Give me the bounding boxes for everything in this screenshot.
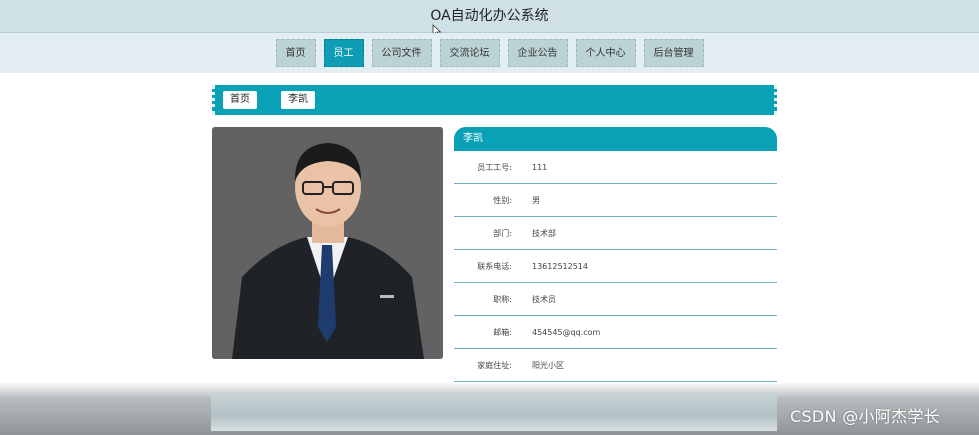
info-value: 男: [532, 195, 540, 205]
nav-item-home[interactable]: 首页: [275, 39, 316, 67]
info-value: 454545@qq.com: [532, 327, 601, 337]
info-label: 部门:: [493, 228, 512, 238]
info-label: 联系电话:: [477, 261, 512, 271]
nav-item-personal-center[interactable]: 个人中心: [575, 39, 636, 67]
info-value: 技术部: [532, 228, 556, 238]
info-label: 家庭住址:: [477, 360, 512, 370]
footer-panel: [211, 393, 777, 431]
info-row-address: 家庭住址: 阳光小区: [454, 349, 777, 382]
nav-item-forum[interactable]: 交流论坛: [439, 39, 500, 67]
info-row-employee-id: 员工工号: 111: [454, 151, 777, 184]
info-value: 阳光小区: [532, 360, 564, 370]
app-title: OA自动化办公系统: [430, 8, 549, 24]
employee-photo: [212, 127, 443, 359]
app-title-bar: OA自动化办公系统: [0, 0, 979, 33]
breadcrumb-home[interactable]: 首页: [223, 91, 257, 109]
info-label: 邮箱:: [493, 327, 512, 337]
breadcrumb-current[interactable]: 李凯: [281, 91, 315, 109]
breadcrumb: 首页 李凯: [212, 85, 777, 115]
nav-item-admin[interactable]: 后台管理: [643, 39, 704, 67]
employee-info-panel: 李凯 员工工号: 111 性别: 男 部门: 技术部 联系电话: 1361251…: [454, 127, 777, 382]
info-label: 职称:: [493, 294, 512, 304]
info-label: 性别:: [493, 195, 512, 205]
nav-item-company-files[interactable]: 公司文件: [371, 39, 432, 67]
nav-item-announcements[interactable]: 企业公告: [507, 39, 568, 67]
nav-item-employees[interactable]: 员工: [323, 39, 364, 67]
info-label: 员工工号:: [477, 162, 512, 172]
main-nav: 首页 员工 公司文件 交流论坛 企业公告 个人中心 后台管理: [0, 33, 979, 73]
info-value: 13612512514: [532, 261, 588, 271]
info-value: 技术员: [532, 294, 556, 304]
info-row-email: 邮箱: 454545@qq.com: [454, 316, 777, 349]
info-row-phone: 联系电话: 13612512514: [454, 250, 777, 283]
info-row-department: 部门: 技术部: [454, 217, 777, 250]
info-row-gender: 性别: 男: [454, 184, 777, 217]
employee-name-header: 李凯: [454, 127, 777, 151]
info-row-title: 职称: 技术员: [454, 283, 777, 316]
info-value: 111: [532, 162, 548, 172]
watermark: CSDN @小阿杰学长: [790, 407, 941, 426]
